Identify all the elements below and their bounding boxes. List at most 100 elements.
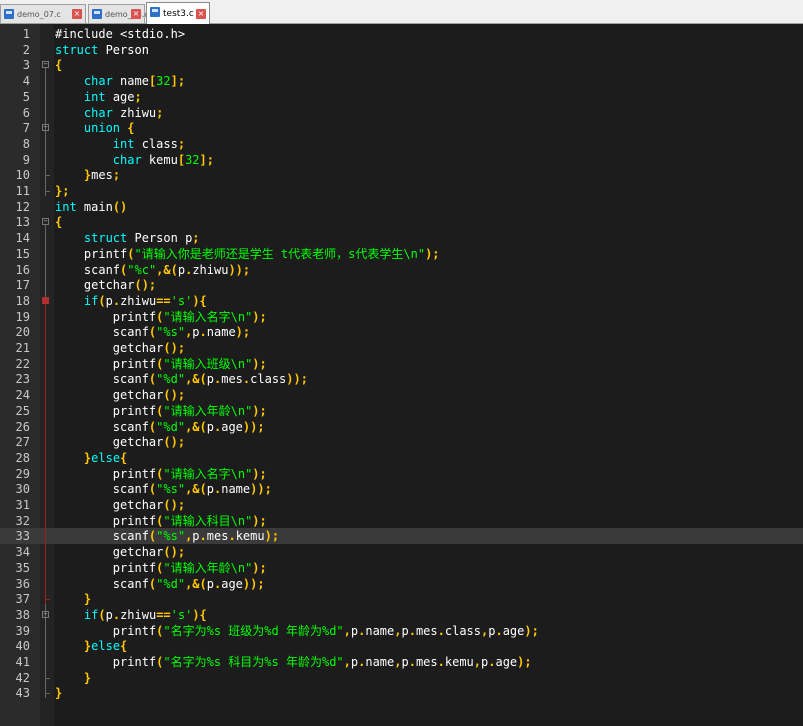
code-token: class (134, 136, 178, 151)
code-line[interactable]: 19 printf("请输入名字\n"); (0, 309, 803, 325)
code-token: . (408, 623, 416, 638)
close-icon[interactable]: × (196, 9, 206, 19)
code-line[interactable]: 5 int age; (0, 89, 803, 105)
code-line[interactable]: 16 scanf("%c",&(p.zhiwu)); (0, 262, 803, 278)
code-text: }else{ (55, 638, 127, 654)
fold-toggle-icon[interactable]: − (42, 610, 49, 618)
code-line[interactable]: 29 printf("请输入名字\n"); (0, 466, 803, 482)
code-line[interactable]: 11}; (0, 183, 803, 199)
code-line[interactable]: 25 printf("请输入年龄\n"); (0, 403, 803, 419)
code-line[interactable]: 6 char zhiwu; (0, 105, 803, 121)
file-icon (4, 9, 14, 19)
code-line[interactable]: 15 printf("请输入你是老师还是学生 t代表老师，s代表学生\n"); (0, 246, 803, 262)
code-token: ( (98, 293, 106, 308)
code-line[interactable]: 32 printf("请输入科目\n"); (0, 513, 803, 529)
code-line[interactable]: 24 getchar(); (0, 387, 803, 403)
code-line[interactable]: 3{ (0, 57, 803, 73)
tab-test3[interactable]: test3.c × (146, 2, 210, 24)
code-line[interactable]: 33 scanf("%s",p.mes.kemu); (0, 528, 803, 545)
code-token: )); (242, 576, 265, 591)
fold-toggle-icon[interactable]: − (42, 218, 49, 226)
code-token: getchar (55, 278, 135, 293)
code-line[interactable]: 8 int class; (0, 136, 803, 152)
close-icon[interactable]: × (72, 9, 82, 19)
code-token: p (401, 655, 409, 669)
code-token: () (112, 199, 128, 214)
code-line[interactable]: 12 int main() (0, 199, 803, 215)
code-text: getchar(); (55, 277, 156, 293)
code-token: ); (264, 529, 280, 544)
code-line[interactable]: 40 }else{ (0, 638, 803, 654)
code-line[interactable]: 28 }else{ (0, 450, 803, 466)
fold-toggle-icon[interactable]: − (42, 61, 49, 69)
fold-toggle-icon[interactable]: − (42, 124, 49, 132)
line-number: 29 (15, 466, 30, 481)
line-number: 32 (15, 513, 30, 528)
code-text: getchar(); (55, 434, 185, 450)
line-number: 31 (15, 498, 30, 512)
line-number: 15 (15, 246, 30, 261)
line-number: 13 (15, 215, 30, 230)
code-line[interactable]: 20 scanf("%s",p.name); (0, 324, 803, 340)
tab-demo-08[interactable]: demo_08.c × (88, 4, 149, 23)
code-line[interactable]: 31 getchar(); (0, 497, 803, 513)
code-line[interactable]: 1 #include <stdio.h> (0, 26, 803, 42)
code-token: ); (252, 356, 267, 371)
code-line[interactable]: 17 getchar(); (0, 277, 803, 293)
code-line[interactable]: 34 getchar(); (0, 544, 803, 560)
code-line[interactable]: 18 if(p.zhiwu=='s'){ (0, 293, 803, 309)
code-line[interactable]: 21 getchar(); (0, 340, 803, 356)
code-line[interactable]: 23 scanf("%d",&(p.mes.class)); (0, 371, 803, 387)
code-line[interactable]: 39 printf("名字为%s 班级为%d 年龄为%d",p.name,p.m… (0, 623, 803, 639)
code-token: name (365, 655, 395, 669)
fold-end-line (45, 191, 50, 192)
close-icon[interactable]: × (131, 9, 141, 19)
code-line[interactable]: 30 scanf("%s",&(p.name)); (0, 481, 803, 497)
fold-toggle-icon[interactable] (42, 296, 49, 304)
line-number: 17 (15, 278, 30, 293)
code-token: . (495, 623, 503, 638)
line-number: 23 (15, 372, 30, 387)
code-token: "请输入名字\n" (163, 466, 253, 481)
code-token: , (473, 655, 482, 669)
code-line[interactable]: 13 { (0, 214, 803, 230)
code-token: { (120, 450, 128, 465)
code-line[interactable]: 43} (0, 685, 803, 701)
code-token: scanf (55, 482, 149, 497)
code-token: struct (55, 42, 99, 57)
code-token: , (343, 655, 351, 669)
code-line[interactable]: 7 union { (0, 120, 803, 136)
code-line[interactable]: 9 char kemu[32]; (0, 152, 803, 168)
code-line[interactable]: 2 struct Person (0, 42, 803, 58)
code-token: age (221, 576, 243, 591)
code-line[interactable]: 10 }mes; (0, 167, 803, 183)
code-text: int class; (55, 136, 185, 152)
code-editor[interactable]: 1 #include <stdio.h> 2 struct Person 3{4 cha… (0, 24, 803, 726)
code-line[interactable]: 27 getchar(); (0, 434, 803, 450)
code-line[interactable]: 14 struct Person p; (0, 230, 803, 246)
tab-bar: demo_07.c × demo_08.c × test3.c × (0, 0, 803, 24)
code-line[interactable]: 42 } (0, 670, 803, 686)
line-number: 27 (15, 435, 30, 450)
code-token: ,&( (185, 576, 207, 591)
code-line[interactable]: 26 scanf("%d",&(p.age)); (0, 419, 803, 435)
code-token: p (206, 482, 214, 497)
code-text: }else{ (55, 450, 127, 466)
code-line[interactable]: 4 char name[32]; (0, 73, 803, 89)
code-line[interactable]: 36 scanf("%d",&(p.age)); (0, 576, 803, 592)
code-line[interactable]: 37 } (0, 591, 803, 607)
code-line[interactable]: 22 printf("请输入班级\n"); (0, 356, 803, 372)
code-token: . (437, 655, 445, 669)
code-token: == (156, 293, 171, 308)
line-number: 18 (15, 293, 30, 308)
code-line[interactable]: 38 if(p.zhiwu=='s'){ (0, 607, 803, 623)
code-line[interactable]: 35 printf("请输入年龄\n"); (0, 560, 803, 576)
tab-demo-07[interactable]: demo_07.c × (0, 4, 86, 23)
code-token: ); (252, 403, 267, 418)
code-text: scanf("%d",&(p.mes.class)); (55, 371, 308, 387)
code-token: p (105, 607, 113, 622)
code-line[interactable]: 41 printf("名字为%s 科目为%s 年龄为%d",p.name,p.m… (0, 654, 803, 670)
